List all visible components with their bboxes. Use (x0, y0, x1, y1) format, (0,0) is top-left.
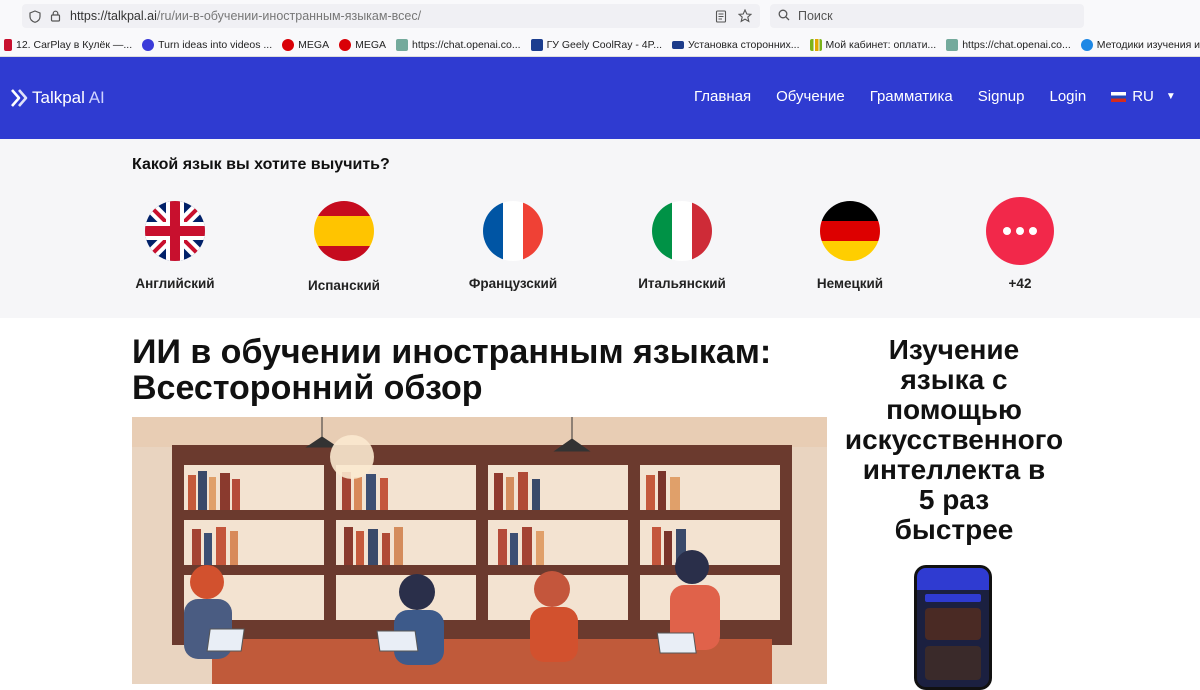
nav-signup[interactable]: Signup (978, 88, 1025, 105)
bookmark-label: Установка сторонних... (688, 39, 800, 51)
russia-flag-icon (1111, 91, 1127, 102)
promo-line: помощью (886, 394, 1022, 425)
bookmark-label: MEGA (355, 39, 386, 51)
site-logo[interactable]: Talkpal AI (10, 86, 105, 110)
promo-line: 5 раз (918, 484, 990, 515)
language-option-german[interactable]: Немецкий (790, 201, 910, 291)
nav-home[interactable]: Главная (694, 88, 751, 105)
openai-icon (946, 39, 959, 51)
promo-line: быстрее (894, 514, 1014, 545)
language-option-english[interactable]: Английский (115, 201, 235, 291)
language-label: Английский (135, 276, 215, 291)
bookmark-label: https://chat.openai.co... (412, 39, 521, 51)
promo-line: Изучение (888, 334, 1020, 365)
picker-heading: Какой язык вы хотите выучить? (132, 156, 390, 173)
bookmark-star-icon[interactable] (736, 7, 754, 25)
bookmark-label: ГУ Geely CoolRay - 4P... (546, 39, 663, 51)
logo-text: Talkpal AI (32, 88, 105, 108)
language-option-more[interactable]: +42 (960, 197, 1080, 291)
shield-icon[interactable] (28, 9, 42, 23)
address-bar[interactable]: https://talkpal.ai/ru/ии-в-обучении-инос… (22, 4, 760, 28)
nav-grammar[interactable]: Грамматика (870, 88, 953, 105)
openai-icon (396, 39, 408, 51)
germany-flag-icon (820, 201, 880, 261)
italy-flag-icon (652, 201, 712, 261)
article-hero-image (132, 417, 827, 684)
bookmark-favicon-icon (142, 39, 155, 51)
language-label: Испанский (308, 278, 380, 293)
language-label: Итальянский (638, 276, 726, 291)
language-label: Немецкий (816, 276, 884, 291)
bookmark-item[interactable]: Установка сторонних... (672, 39, 800, 51)
browser-chrome: https://talkpal.ai/ru/ии-в-обучении-инос… (0, 0, 1200, 57)
mega-icon (339, 39, 352, 51)
bookmark-item[interactable]: https://chat.openai.co... (396, 39, 521, 51)
promo-line: искусственного (844, 424, 1064, 455)
main-nav: Главная Обучение Грамматика Signup Login… (694, 88, 1176, 105)
talkpal-logo-icon (11, 89, 28, 107)
chart-favicon-icon (809, 39, 822, 51)
bookmark-favicon-icon (530, 39, 543, 51)
promo-line: интеллекта в (862, 454, 1046, 485)
url-text[interactable]: https://talkpal.ai/ru/ии-в-обучении-инос… (70, 9, 712, 23)
article-title: ИИ в обучении иностранным языкам: Всесто… (132, 334, 832, 406)
bookmark-label: https://chat.openai.co... (962, 39, 1071, 51)
language-code: RU (1132, 88, 1154, 105)
search-placeholder: Поиск (798, 9, 833, 23)
app-phone-mockup (914, 565, 992, 690)
language-label: +42 (1008, 276, 1032, 291)
phone-screen (917, 568, 989, 687)
article-title-line: ИИ в обучении иностранным языкам: (132, 333, 772, 371)
bookmark-item[interactable]: Мой кабинет: оплати... (809, 39, 937, 51)
spain-flag-icon (314, 201, 374, 261)
language-label: Французский (468, 276, 558, 291)
bookmarks-bar: 12. CarPlay в Кулёк —... Turn ideas into… (0, 35, 1200, 55)
logo-suffix: AI (88, 88, 105, 107)
lock-icon[interactable] (48, 9, 62, 23)
bookmark-item[interactable]: https://chat.openai.co... (946, 39, 1071, 51)
url-path: /ru/ии-в-обучении-иностранным-языкам-все… (156, 9, 422, 23)
search-icon (778, 9, 790, 24)
promo-line: языка с (900, 364, 1008, 395)
reader-view-icon[interactable] (712, 7, 730, 25)
bookmark-item[interactable]: MEGA (282, 39, 329, 51)
language-selector[interactable]: RU ▼ (1111, 88, 1176, 105)
bookmark-label: 12. CarPlay в Кулёк —... (16, 39, 133, 51)
language-picker: Какой язык вы хотите выучить? Английский… (0, 139, 1200, 318)
logo-name: Talkpal (32, 88, 85, 107)
bookmark-item[interactable]: Turn ideas into videos ... (142, 39, 272, 51)
mega-icon (282, 39, 295, 51)
uk-flag-icon (145, 201, 205, 261)
bookmark-favicon-icon (1080, 39, 1093, 51)
bookmark-label: Мой кабинет: оплати... (825, 39, 937, 51)
bookmark-favicon-icon (672, 41, 685, 49)
language-option-french[interactable]: Французский (453, 201, 573, 291)
bookmark-label: Методики изучения и... (1096, 39, 1200, 51)
nav-login[interactable]: Login (1050, 88, 1087, 105)
language-option-spanish[interactable]: Испанский (284, 201, 404, 293)
bookmark-label: Turn ideas into videos ... (158, 39, 273, 51)
bookmark-item[interactable]: ГУ Geely CoolRay - 4P... (530, 39, 663, 51)
nav-learning[interactable]: Обучение (776, 88, 845, 105)
search-bar[interactable]: Поиск (770, 4, 1084, 28)
bookmark-favicon-icon (4, 39, 12, 51)
bookmark-item[interactable]: Методики изучения и... (1080, 39, 1200, 51)
language-option-italian[interactable]: Итальянский (622, 201, 742, 291)
url-host: https://talkpal.ai (70, 9, 157, 23)
bookmark-item[interactable]: MEGA (339, 39, 386, 51)
bookmark-label: MEGA (298, 39, 330, 51)
article-title-line: Всесторонний обзор (132, 369, 483, 407)
site-header: Talkpal AI Главная Обучение Грамматика S… (0, 57, 1200, 139)
france-flag-icon (483, 201, 543, 261)
sidebar-promo-title: Изучение языка с помощью искусственного … (836, 335, 1072, 545)
more-icon (986, 197, 1054, 265)
bookmark-item[interactable]: 12. CarPlay в Кулёк —... (4, 39, 132, 51)
chevron-down-icon: ▼ (1165, 91, 1176, 102)
